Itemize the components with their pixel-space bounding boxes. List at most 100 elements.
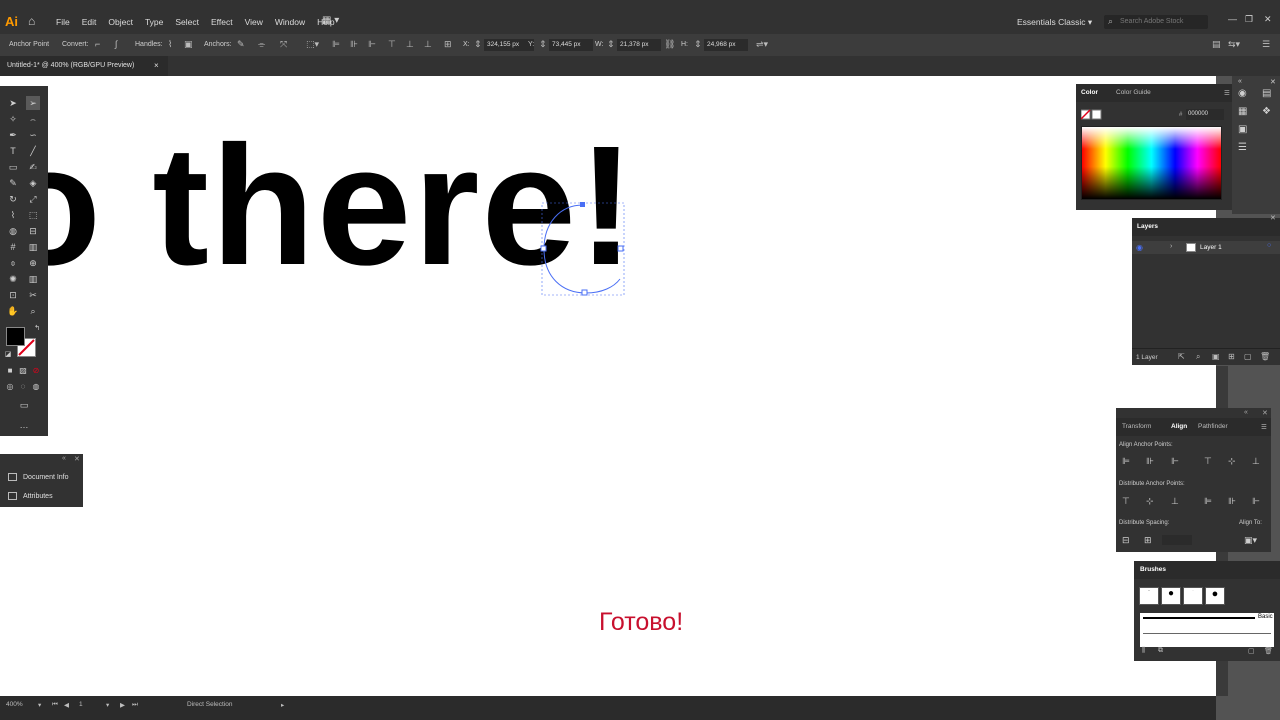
hand-tool-icon[interactable]: ✋ xyxy=(6,304,20,318)
align-bottom-icon[interactable]: ⊥ xyxy=(424,39,432,50)
layer-name[interactable]: Layer 1 xyxy=(1200,244,1222,251)
type-tool-icon[interactable]: T xyxy=(6,144,20,158)
menu-window[interactable]: Window xyxy=(275,17,305,27)
draw-normal-icon[interactable]: ◎ xyxy=(3,380,17,394)
w-field[interactable]: 21,378 px xyxy=(617,39,661,51)
new-brush-icon[interactable]: ▢ xyxy=(1248,647,1255,655)
align-anchors-left-icon[interactable]: ⊫ xyxy=(1122,456,1130,467)
anchor-point-left[interactable] xyxy=(540,245,547,252)
slice-tool-icon[interactable]: ✂ xyxy=(26,288,40,302)
align-right-icon[interactable]: ⊩ xyxy=(368,39,376,50)
brush-swatch-dot-small[interactable]: · xyxy=(1139,587,1159,605)
hex-input[interactable]: 000000 xyxy=(1186,109,1224,120)
fill-stroke-mini-icon[interactable] xyxy=(1081,109,1103,121)
spacing-input[interactable] xyxy=(1162,535,1192,545)
stroke-panel-icon[interactable]: ☰ xyxy=(1238,142,1247,153)
shaper-tool-icon[interactable]: ✎ xyxy=(6,176,20,190)
strip-close-icon[interactable]: ✕ xyxy=(1270,78,1276,86)
layers-panel-close-icon[interactable]: ✕ xyxy=(1270,214,1276,222)
tab-transform[interactable]: Transform xyxy=(1122,423,1151,430)
brush-swatch-dot-medium[interactable]: ● xyxy=(1161,587,1181,605)
isolate-icon[interactable]: ⬚▾ xyxy=(306,39,319,50)
align-collapse-icon[interactable]: « xyxy=(1244,409,1248,416)
y-field[interactable]: 73,445 px xyxy=(549,39,593,51)
line-tool-icon[interactable]: ╱ xyxy=(26,144,40,158)
gradient-mode-icon[interactable]: ▨ xyxy=(16,364,30,378)
document-tab[interactable]: Untitled-1* @ 400% (RGB/GPU Preview) × xyxy=(0,56,168,76)
color-panel-icon[interactable]: ◉ xyxy=(1238,88,1247,99)
new-layer-icon[interactable]: ▢ xyxy=(1244,352,1252,361)
eraser-tool-icon[interactable]: ◈ xyxy=(26,176,40,190)
zoom-tool-icon[interactable]: ⌕ xyxy=(26,304,40,318)
prev-artboard-icon[interactable]: ◀ xyxy=(64,701,69,709)
tab-brushes[interactable]: Brushes xyxy=(1140,566,1166,573)
anchor-point-right[interactable] xyxy=(617,245,624,252)
remove-anchor-icon[interactable]: ✎ xyxy=(237,39,245,50)
layer-row[interactable]: ◉ › Layer 1 ○ xyxy=(1132,241,1280,254)
tab-color-guide[interactable]: Color Guide xyxy=(1116,89,1151,96)
align-anchors-vcenter-icon[interactable]: ⊹ xyxy=(1228,456,1236,467)
hide-handles-icon[interactable]: ▣ xyxy=(184,39,193,50)
selected-path-outline[interactable] xyxy=(540,201,626,297)
anchor-point-top[interactable] xyxy=(580,202,585,207)
align-left-icon[interactable]: ⊫ xyxy=(332,39,340,50)
appearance-panel-icon[interactable]: ▤ xyxy=(1262,88,1271,99)
screen-mode-icon[interactable]: ▭ xyxy=(17,398,31,412)
x-stepper-icon[interactable]: ⇕ xyxy=(474,39,482,50)
brush-libraries-icon[interactable]: ⫼ xyxy=(1142,647,1145,655)
menu-object[interactable]: Object xyxy=(108,17,133,27)
cut-path-icon[interactable]: ⤧ xyxy=(280,39,287,50)
artboard-canvas[interactable]: lo there! Готово! xyxy=(0,76,1216,696)
first-artboard-icon[interactable]: ⏮ xyxy=(52,701,58,709)
align-vcenter-icon[interactable]: ⊥ xyxy=(406,39,414,50)
paintbrush-tool-icon[interactable]: ✍ xyxy=(26,160,40,174)
close-panel-icon[interactable]: ✕ xyxy=(74,455,80,463)
show-handles-icon[interactable]: ⌇ xyxy=(168,39,172,50)
align-panel-menu-icon[interactable]: ☰ xyxy=(1261,423,1267,431)
artboard-tool-icon[interactable]: ⊡ xyxy=(6,288,20,302)
control-bar-menu-icon[interactable]: ☰ xyxy=(1262,39,1270,50)
tab-align[interactable]: Align xyxy=(1171,423,1187,430)
w-stepper-icon[interactable]: ⇕ xyxy=(607,39,615,50)
expand-layer-icon[interactable]: › xyxy=(1170,243,1172,250)
visibility-eye-icon[interactable]: ◉ xyxy=(1136,243,1143,252)
h-stepper-icon[interactable]: ⇕ xyxy=(694,39,702,50)
rotate-tool-icon[interactable]: ↻ xyxy=(6,192,20,206)
last-artboard-icon[interactable]: ⏭ xyxy=(132,701,138,709)
zoom-dropdown-icon[interactable]: ▾ xyxy=(38,701,41,709)
tab-color[interactable]: Color xyxy=(1081,89,1098,96)
zoom-level[interactable]: 400% xyxy=(6,701,23,708)
transform-menu-icon[interactable]: ⇌▾ xyxy=(756,39,768,50)
workspace-switcher[interactable]: Essentials Classic ▾ xyxy=(1017,17,1092,28)
mesh-tool-icon[interactable]: # xyxy=(6,240,20,254)
menu-edit[interactable]: Edit xyxy=(82,17,97,27)
symbols-panel-icon[interactable]: ❖ xyxy=(1262,106,1271,117)
menu-view[interactable]: View xyxy=(245,17,263,27)
stock-search-input[interactable]: ⌕ Search Adobe Stock xyxy=(1104,15,1208,29)
pen-tool-icon[interactable]: ✒ xyxy=(6,128,20,142)
artboard-number[interactable]: 1 xyxy=(79,701,83,708)
x-field[interactable]: 324,155 px xyxy=(484,39,534,51)
distribute-left-icon[interactable]: ⊫ xyxy=(1204,496,1212,507)
menu-file[interactable]: File xyxy=(56,17,70,27)
brush-swatch-dot-large[interactable]: ● xyxy=(1205,587,1225,605)
menu-type[interactable]: Type xyxy=(145,17,163,27)
status-menu-icon[interactable]: ▸ xyxy=(281,701,284,709)
constrain-proportions-icon[interactable]: ⛓ xyxy=(664,39,675,50)
color-panel-menu-icon[interactable]: ☰ xyxy=(1224,89,1230,97)
blend-tool-icon[interactable]: ⊕ xyxy=(26,256,40,270)
arrange-documents-icon[interactable]: ▦ ▾ xyxy=(322,15,339,26)
menu-effect[interactable]: Effect xyxy=(211,17,233,27)
delete-brush-icon[interactable]: 🗑 xyxy=(1264,647,1273,655)
column-graph-tool-icon[interactable]: ▥ xyxy=(26,272,40,286)
tab-layers[interactable]: Layers xyxy=(1137,223,1158,230)
minimize-icon[interactable]: — xyxy=(1228,14,1237,24)
color-spectrum[interactable] xyxy=(1081,126,1222,200)
free-transform-tool-icon[interactable]: ⬚ xyxy=(26,208,40,222)
tab-pathfinder[interactable]: Pathfinder xyxy=(1198,423,1228,430)
default-fill-stroke-icon[interactable]: ◪ xyxy=(1,348,15,362)
selection-tool-icon[interactable]: ➤ xyxy=(6,96,20,110)
anchor-point-bottom[interactable] xyxy=(581,289,588,296)
curvature-tool-icon[interactable]: ∽ xyxy=(26,128,40,142)
none-mode-icon[interactable]: ⊘ xyxy=(29,364,43,378)
